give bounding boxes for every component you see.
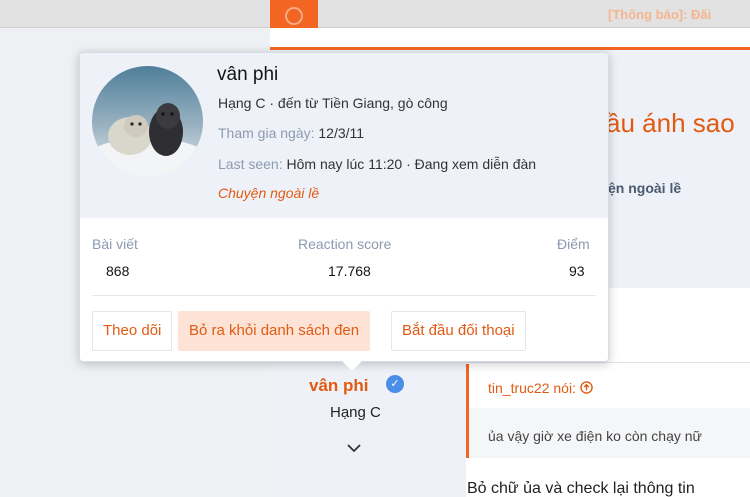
current-location-link[interactable]: Chuyện ngoài lề: [218, 185, 319, 201]
points-value: 93: [569, 263, 585, 279]
verified-check-icon: ✓: [386, 375, 404, 393]
posts-value[interactable]: 868: [106, 263, 129, 279]
member-name[interactable]: vân phi: [217, 64, 278, 86]
reaction-label: Reaction score: [298, 236, 392, 252]
member-rank-location: Hạng C · đến từ Tiền Giang, gò công: [218, 95, 448, 111]
quote-author-link[interactable]: tin_truc22 nói:: [488, 380, 593, 396]
last-seen-value: Hôm nay lúc 11:20 · Đang xem diễn đàn: [286, 156, 537, 172]
nav-circle-icon: [285, 7, 303, 25]
avatar[interactable]: [92, 66, 203, 177]
post-user-rank: Hạng C: [330, 404, 381, 421]
joined-value: 12/3/11: [318, 125, 365, 141]
thread-forum-link[interactable]: ện ngoài lề: [608, 180, 681, 196]
unblock-button[interactable]: Bỏ ra khỏi danh sách đen: [178, 311, 371, 351]
follow-button[interactable]: Theo dõi: [92, 311, 173, 351]
quote-author-label: tin_truc22 nói:: [488, 380, 576, 396]
arrow-up-circle-icon[interactable]: [580, 381, 593, 394]
post-username[interactable]: vân phi: [309, 376, 369, 396]
member-tooltip-card: vân phi Hạng C · đến từ Tiền Giang, gò c…: [79, 52, 609, 362]
header-strip: [270, 28, 750, 50]
reaction-value: 17.768: [328, 263, 371, 279]
joined-label: Tham gia ngày:: [218, 125, 315, 141]
thread-title: ầu ánh sao: [606, 108, 735, 138]
member-last-seen: Last seen: Hôm nay lúc 11:20 · Đang xem …: [218, 156, 536, 172]
member-joined: Tham gia ngày: 12/3/11: [218, 125, 364, 141]
post-divider: [466, 362, 750, 363]
last-seen-label: Last seen:: [218, 156, 283, 172]
points-label: Điểm: [557, 236, 590, 252]
posts-label: Bài viết: [92, 236, 138, 252]
start-conversation-button[interactable]: Bắt đầu đối thoại: [391, 311, 526, 351]
chevron-down-icon[interactable]: [347, 440, 361, 456]
quote-text: ủa vậy giờ xe điện ko còn chạy nữ: [488, 428, 702, 444]
avatar-image: [92, 66, 203, 177]
post-body-text: Bỏ chữ ủa và check lại thông tin: [467, 480, 695, 497]
stats-divider: [92, 295, 596, 296]
card-pointer-arrow: [342, 361, 362, 371]
notice-text[interactable]: [Thông báo]: Đăi: [608, 7, 711, 22]
